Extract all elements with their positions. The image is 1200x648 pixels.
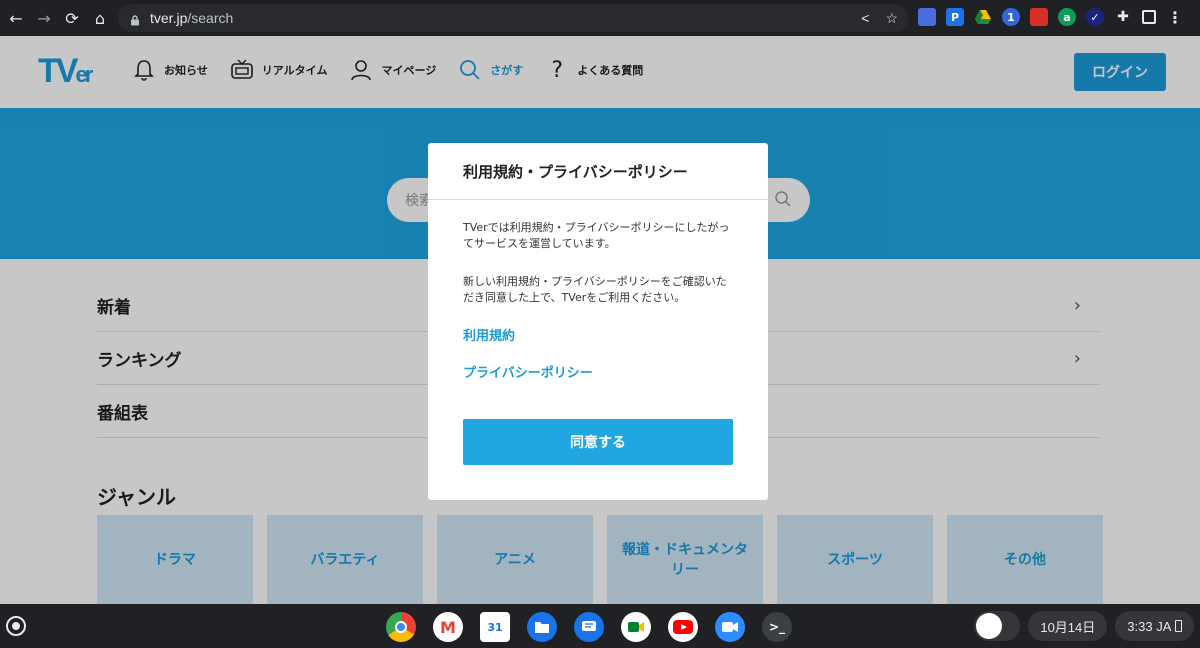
zoom-icon[interactable] [715, 612, 745, 642]
os-shelf: M 31 >_ 10月14日 3:33 JA [0, 604, 1200, 648]
puzzle-icon[interactable]: ✚ [1114, 8, 1132, 26]
extension-p-icon[interactable]: P [946, 8, 964, 26]
terms-link[interactable]: 利用規約 [463, 328, 733, 347]
back-icon[interactable]: ← [2, 4, 30, 32]
extensions-row: P 1 a ✓ ✚ ⋮ [918, 8, 1184, 27]
reload-icon[interactable]: ⟳ [58, 4, 86, 32]
cast-extension-icon[interactable] [918, 8, 936, 26]
terms-dialog: 利用規約・プライバシーポリシー TVerでは利用規約・プライバシーポリシーにした… [428, 143, 768, 500]
calendar-icon[interactable]: 31 [480, 612, 510, 642]
youtube-icon[interactable] [668, 612, 698, 642]
url-host: tver.jp [150, 10, 188, 26]
dialog-text-1: TVerでは利用規約・プライバシーポリシーにしたがってサービスを運営しています。 [463, 221, 730, 250]
messages-icon[interactable] [574, 612, 604, 642]
dialog-title: 利用規約・プライバシーポリシー [428, 143, 768, 200]
dialog-text-2: 新しい利用規約・プライバシーポリシーをご確認いただき同意した上で、TVerをご利… [463, 274, 727, 304]
print-extension-icon[interactable] [1030, 8, 1048, 26]
url-path: /search [187, 10, 234, 26]
check-extension-icon[interactable]: ✓ [1086, 8, 1104, 26]
address-bar[interactable]: tver.jp/search < ☆ [118, 4, 908, 32]
browser-toolbar: ← → ⟳ ⌂ tver.jp/search < ☆ P 1 a ✓ ✚ ⋮ [0, 0, 1200, 36]
pinned-apps: M 31 >_ [386, 612, 792, 642]
battery-icon [1175, 620, 1182, 632]
privacy-policy-link[interactable]: プライバシーポリシー [463, 365, 733, 384]
terminal-icon[interactable]: >_ [762, 612, 792, 642]
extension-a-icon[interactable]: a [1058, 8, 1076, 26]
gmail-icon[interactable]: M [433, 612, 463, 642]
avatar[interactable] [974, 611, 1021, 641]
meet-icon[interactable] [621, 612, 651, 642]
forward-icon[interactable]: → [30, 4, 58, 32]
lock-icon [130, 13, 140, 26]
date-pill[interactable]: 10月14日 [1028, 611, 1108, 641]
side-panel-icon[interactable] [1142, 10, 1156, 24]
password-extension-icon[interactable]: 1 [1002, 8, 1020, 26]
files-icon[interactable] [527, 612, 557, 642]
launcher-icon[interactable] [6, 616, 26, 636]
status-tray: 10月14日 3:33 JA [974, 611, 1194, 641]
clock-pill[interactable]: 3:33 JA [1115, 611, 1194, 641]
agree-button[interactable]: 同意する [463, 419, 733, 465]
clock-time: 3:33 [1127, 618, 1153, 634]
share-icon[interactable]: < [861, 10, 869, 26]
ime-indicator: JA [1156, 618, 1172, 634]
more-menu-icon[interactable]: ⋮ [1166, 8, 1184, 27]
drive-extension-icon[interactable] [974, 8, 992, 26]
chrome-icon[interactable] [386, 612, 416, 642]
bookmark-star-icon[interactable]: ☆ [885, 10, 898, 27]
dialog-body: TVerでは利用規約・プライバシーポリシーにしたがってサービスを運営しています。… [428, 200, 768, 383]
home-icon[interactable]: ⌂ [86, 4, 114, 32]
